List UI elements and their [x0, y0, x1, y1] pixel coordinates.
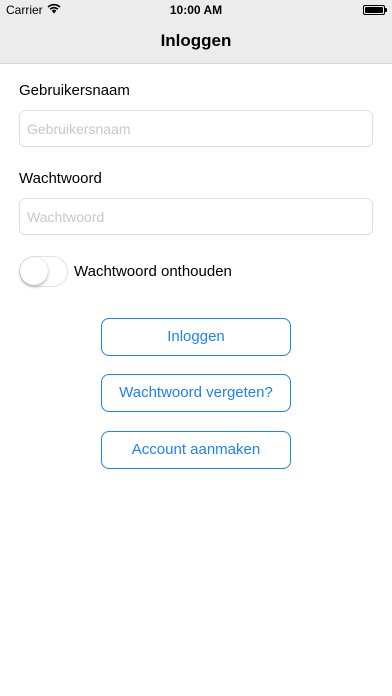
username-field[interactable]	[19, 110, 373, 147]
login-screen: Carrier 10:00 AM Inloggen Gebruikersnaam…	[0, 0, 392, 696]
status-time: 10:00 AM	[169, 3, 223, 17]
remember-password-toggle[interactable]	[19, 256, 68, 287]
toggle-knob	[20, 257, 48, 285]
remember-password-label: Wachtwoord onthouden	[74, 263, 232, 280]
password-label: Wachtwoord	[19, 170, 102, 187]
password-field[interactable]	[19, 198, 373, 235]
username-label: Gebruikersnaam	[19, 82, 130, 99]
create-account-button[interactable]: Account aanmaken	[101, 431, 291, 469]
page-title: Inloggen	[160, 31, 232, 50]
forgot-password-button[interactable]: Wachtwoord vergeten?	[101, 374, 291, 412]
navigation-bar: Inloggen	[0, 20, 392, 64]
status-bar: Carrier 10:00 AM	[0, 0, 392, 20]
login-button[interactable]: Inloggen	[101, 318, 291, 356]
battery-icon	[363, 5, 387, 15]
